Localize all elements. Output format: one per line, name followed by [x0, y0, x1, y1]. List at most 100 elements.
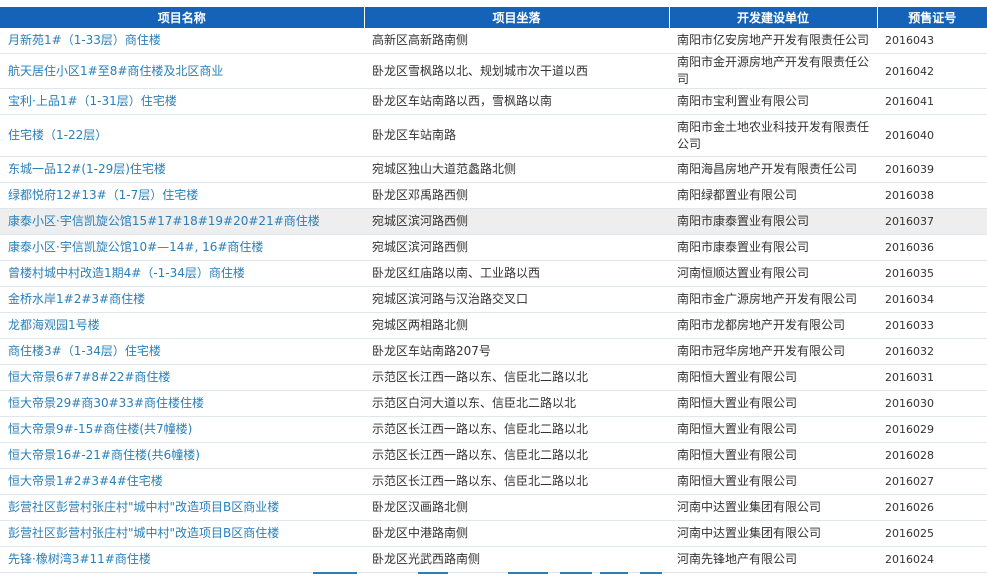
- project-location: 宛城区滨河路与汉治路交叉口: [364, 286, 669, 313]
- column-header-location: 项目坐落: [364, 7, 670, 28]
- project-name-link[interactable]: 航天居住小区1#至8#商住楼及北区商业: [0, 53, 364, 89]
- developer-name: 南阳恒大置业有限公司: [669, 442, 877, 469]
- project-name-link[interactable]: 月新苑1#（1-33层）商住楼: [0, 28, 364, 54]
- permit-number: 2016033: [877, 312, 987, 339]
- project-location: 宛城区滨河路西侧: [364, 208, 669, 235]
- developer-name: 南阳恒大置业有限公司: [669, 364, 877, 391]
- project-name-link[interactable]: 康泰小区·宇信凯旋公馆10#—14#, 16#商住楼: [0, 234, 364, 261]
- table-row[interactable]: 商住楼3#（1-34层）住宅楼 卧龙区车站南路207号 南阳市冠华房地产开发有限公司…: [0, 338, 987, 365]
- table-row[interactable]: 恒大帝景6#7#8#22#商住楼 示范区长江西一路以东、信臣北二路以北 南阳恒大置业…: [0, 364, 987, 391]
- project-name-link[interactable]: 恒大帝景1#2#3#4#住宅楼: [0, 468, 364, 495]
- permit-number: 2016027: [877, 468, 987, 495]
- project-location: 示范区长江西一路以东、信臣北二路以北: [364, 416, 669, 443]
- project-location: 卧龙区车站南路207号: [364, 338, 669, 365]
- permit-number: 2016040: [877, 114, 987, 157]
- project-location: 示范区白河大道以东、信臣北二路以北: [364, 390, 669, 417]
- table-row[interactable]: 恒大帝景9#-15#商住楼(共7幢楼) 示范区长江西一路以东、信臣北二路以北 南阳恒…: [0, 416, 987, 443]
- developer-name: 南阳恒大置业有限公司: [669, 416, 877, 443]
- project-location: 卧龙区光武西路南侧: [364, 546, 669, 573]
- project-location: 卧龙区雪枫路以北、规划城市次干道以西: [364, 53, 669, 89]
- table-row[interactable]: 金桥水岸1#2#3#商住楼 宛城区滨河路与汉治路交叉口 南阳市金广源房地产开发有限公…: [0, 286, 987, 313]
- permit-number: 2016024: [877, 546, 987, 573]
- table-row[interactable]: 康泰小区·宇信凯旋公馆10#—14#, 16#商住楼 宛城区滨河路西侧 南阳市康泰置…: [0, 234, 987, 261]
- developer-name: 河南恒顺达置业有限公司: [669, 260, 877, 287]
- project-location: 卧龙区车站南路以西，雪枫路以南: [364, 88, 669, 115]
- project-name-link[interactable]: 绿都悦府12#13#（1-7层）住宅楼: [0, 182, 364, 209]
- table-row[interactable]: 绿都悦府12#13#（1-7层）住宅楼 卧龙区邓禹路西侧 南阳绿都置业有限公司 201…: [0, 182, 987, 209]
- table-row[interactable]: 彭营社区彭营村张庄村"城中村"改造项目B区商住楼 卧龙区中港路南侧 河南中达置业集团…: [0, 520, 987, 547]
- developer-name: 南阳市康泰置业有限公司: [669, 234, 877, 261]
- project-location: 卧龙区汉画路北侧: [364, 494, 669, 521]
- project-name-link[interactable]: 恒大帝景9#-15#商住楼(共7幢楼): [0, 416, 364, 443]
- project-location: 卧龙区红庙路以南、工业路以西: [364, 260, 669, 287]
- project-name-link[interactable]: 龙都海观园1号楼: [0, 312, 364, 339]
- column-header-developer: 开发建设单位: [669, 7, 878, 28]
- developer-name: 南阳恒大置业有限公司: [669, 468, 877, 495]
- column-header-permit-number: 预售证号: [877, 7, 987, 28]
- project-name-link[interactable]: 彭营社区彭营村张庄村"城中村"改造项目B区商业楼: [0, 494, 364, 521]
- permit-number: 2016031: [877, 364, 987, 391]
- table-row[interactable]: 宝利·上品1#（1-31层）住宅楼 卧龙区车站南路以西，雪枫路以南 南阳市宝利置业有…: [0, 88, 987, 115]
- pagination-cutoff: [0, 572, 987, 582]
- permit-number: 2016028: [877, 442, 987, 469]
- permit-number: 2016035: [877, 260, 987, 287]
- column-header-project-name: 项目名称: [0, 7, 365, 28]
- presale-permit-table: 项目名称 项目坐落 开发建设单位 预售证号 月新苑1#（1-33层）商住楼 高新区…: [0, 7, 987, 573]
- table-header-row: 项目名称 项目坐落 开发建设单位 预售证号: [0, 7, 987, 28]
- table-row[interactable]: 恒大帝景29#商30#33#商住楼住楼 示范区白河大道以东、信臣北二路以北 南阳恒大…: [0, 390, 987, 417]
- project-location: 宛城区独山大道范蠡路北侧: [364, 156, 669, 183]
- project-location: 宛城区滨河路西侧: [364, 234, 669, 261]
- permit-number: 2016042: [877, 53, 987, 89]
- permit-number: 2016038: [877, 182, 987, 209]
- permit-number: 2016030: [877, 390, 987, 417]
- project-name-link[interactable]: 金桥水岸1#2#3#商住楼: [0, 286, 364, 313]
- project-location: 卧龙区车站南路: [364, 114, 669, 157]
- permit-number: 2016034: [877, 286, 987, 313]
- developer-name: 南阳市康泰置业有限公司: [669, 208, 877, 235]
- table-row[interactable]: 月新苑1#（1-33层）商住楼 高新区高新路南侧 南阳市亿安房地产开发有限责任公司 2…: [0, 28, 987, 54]
- developer-name: 南阳市金广源房地产开发有限公司: [669, 286, 877, 313]
- developer-name: 南阳海昌房地产开发有限责任公司: [669, 156, 877, 183]
- permit-number: 2016032: [877, 338, 987, 365]
- project-name-link[interactable]: 住宅楼（1-22层）: [0, 114, 364, 157]
- table-row[interactable]: 恒大帝景16#-21#商住楼(共6幢楼) 示范区长江西一路以东、信臣北二路以北 南阳…: [0, 442, 987, 469]
- table-row[interactable]: 龙都海观园1号楼 宛城区两相路北侧 南阳市龙都房地产开发有限公司 2016033: [0, 312, 987, 339]
- permit-number: 2016041: [877, 88, 987, 115]
- project-location: 高新区高新路南侧: [364, 28, 669, 54]
- table-row[interactable]: 航天居住小区1#至8#商住楼及北区商业 卧龙区雪枫路以北、规划城市次干道以西 南阳市…: [0, 53, 987, 89]
- project-name-link[interactable]: 商住楼3#（1-34层）住宅楼: [0, 338, 364, 365]
- permit-number: 2016029: [877, 416, 987, 443]
- developer-name: 南阳市龙都房地产开发有限公司: [669, 312, 877, 339]
- developer-name: 南阳市金土地农业科技开发有限责任公司: [669, 114, 877, 157]
- project-name-link[interactable]: 恒大帝景16#-21#商住楼(共6幢楼): [0, 442, 364, 469]
- project-name-link[interactable]: 康泰小区·宇信凯旋公馆15#17#18#19#20#21#商住楼: [0, 208, 364, 235]
- permit-number: 2016039: [877, 156, 987, 183]
- project-name-link[interactable]: 恒大帝景29#商30#33#商住楼住楼: [0, 390, 364, 417]
- table-row[interactable]: 东城一品12#(1-29层)住宅楼 宛城区独山大道范蠡路北侧 南阳海昌房地产开发有限…: [0, 156, 987, 183]
- project-name-link[interactable]: 恒大帝景6#7#8#22#商住楼: [0, 364, 364, 391]
- developer-name: 南阳市金开源房地产开发有限责任公司: [669, 53, 877, 89]
- project-location: 示范区长江西一路以东、信臣北二路以北: [364, 364, 669, 391]
- developer-name: 河南中达置业集团有限公司: [669, 494, 877, 521]
- permit-number: 2016036: [877, 234, 987, 261]
- table-row[interactable]: 住宅楼（1-22层） 卧龙区车站南路 南阳市金土地农业科技开发有限责任公司 20160…: [0, 114, 987, 157]
- project-name-link[interactable]: 东城一品12#(1-29层)住宅楼: [0, 156, 364, 183]
- project-location: 示范区长江西一路以东、信臣北二路以北: [364, 468, 669, 495]
- table-row[interactable]: 康泰小区·宇信凯旋公馆15#17#18#19#20#21#商住楼 宛城区滨河路西侧…: [0, 208, 987, 235]
- permit-number: 2016025: [877, 520, 987, 547]
- developer-name: 南阳市宝利置业有限公司: [669, 88, 877, 115]
- project-location: 卧龙区邓禹路西侧: [364, 182, 669, 209]
- developer-name: 河南中达置业集团有限公司: [669, 520, 877, 547]
- developer-name: 南阳市亿安房地产开发有限责任公司: [669, 28, 877, 54]
- project-name-link[interactable]: 宝利·上品1#（1-31层）住宅楼: [0, 88, 364, 115]
- project-name-link[interactable]: 彭营社区彭营村张庄村"城中村"改造项目B区商住楼: [0, 520, 364, 547]
- table-row[interactable]: 先锋·橡树湾3#11#商住楼 卧龙区光武西路南侧 河南先锋地产有限公司 2016024: [0, 546, 987, 573]
- project-name-link[interactable]: 曾楼村城中村改造1期4#（-1-34层）商住楼: [0, 260, 364, 287]
- developer-name: 南阳恒大置业有限公司: [669, 390, 877, 417]
- table-row[interactable]: 彭营社区彭营村张庄村"城中村"改造项目B区商业楼 卧龙区汉画路北侧 河南中达置业集团…: [0, 494, 987, 521]
- table-row[interactable]: 恒大帝景1#2#3#4#住宅楼 示范区长江西一路以东、信臣北二路以北 南阳恒大置业有…: [0, 468, 987, 495]
- developer-name: 南阳绿都置业有限公司: [669, 182, 877, 209]
- project-name-link[interactable]: 先锋·橡树湾3#11#商住楼: [0, 546, 364, 573]
- table-row[interactable]: 曾楼村城中村改造1期4#（-1-34层）商住楼 卧龙区红庙路以南、工业路以西 河南恒…: [0, 260, 987, 287]
- project-location: 卧龙区中港路南侧: [364, 520, 669, 547]
